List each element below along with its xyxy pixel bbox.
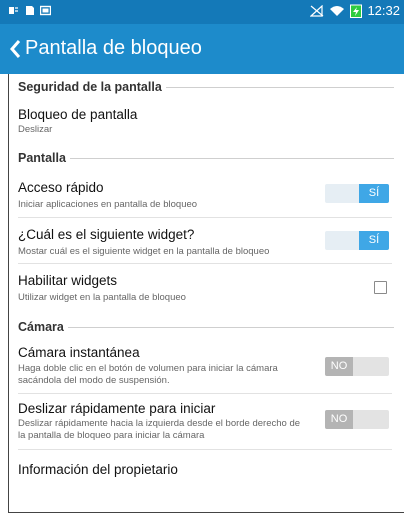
section-header-camera: Cámara <box>18 320 394 334</box>
item-subtitle-line2: sacándola del modo de suspensión. <box>18 375 170 386</box>
toggle-label: NO <box>325 410 353 429</box>
status-bar-system: 12:32 <box>310 3 400 18</box>
item-subtitle: Deslizar <box>18 124 53 135</box>
section-header-label: Seguridad de la pantalla <box>18 80 162 94</box>
item-subtitle-line1: Deslizar rápidamente hacia la izquierda … <box>18 418 301 429</box>
quick-access-toggle[interactable]: SÍ <box>325 184 389 203</box>
section-header-label: Cámara <box>18 320 64 334</box>
instant-camera-toggle[interactable]: NO <box>325 357 389 376</box>
section-header-label: Pantalla <box>18 151 66 165</box>
divider <box>18 393 392 394</box>
item-title: ¿Cuál es el siguiente widget? <box>18 227 195 242</box>
bottom-area <box>9 484 404 512</box>
section-divider <box>67 326 394 328</box>
enable-widgets-checkbox[interactable] <box>374 281 387 294</box>
item-title: Acceso rápido <box>18 180 104 195</box>
section-header-screen: Pantalla <box>18 151 394 165</box>
divider <box>18 263 392 264</box>
divider <box>18 449 392 450</box>
usb-debug-icon <box>9 7 18 14</box>
signal-muted-icon <box>310 4 324 17</box>
divider <box>18 217 392 218</box>
item-subtitle-line2: la pantalla de bloqueo para iniciar la c… <box>18 430 205 441</box>
next-widget-toggle[interactable]: SÍ <box>325 231 389 250</box>
sd-card-icon <box>26 6 34 15</box>
swipe-launch-toggle[interactable]: NO <box>325 410 389 429</box>
status-bar: 12:32 <box>0 0 404 24</box>
item-title: Habilitar widgets <box>18 273 118 288</box>
section-header-security: Seguridad de la pantalla <box>18 80 394 94</box>
status-bar-notifications <box>8 5 51 16</box>
item-title: Deslizar rápidamente para iniciar <box>18 401 216 416</box>
item-subtitle: Mostar cuál es el siguiente widget en la… <box>18 246 270 257</box>
toggle-label: SÍ <box>359 231 389 250</box>
battery-charging-icon <box>350 4 363 18</box>
section-divider <box>165 86 394 88</box>
screenshot-icon <box>40 5 51 16</box>
item-subtitle: Iniciar aplicaciones en pantalla de bloq… <box>18 199 198 210</box>
item-subtitle: Utilizar widget en la pantalla de bloque… <box>18 292 186 303</box>
page-title[interactable]: Pantalla de bloqueo <box>25 37 202 60</box>
item-subtitle-line1: Haga doble clic en el botón de volumen p… <box>18 363 278 374</box>
toggle-label: NO <box>325 357 353 376</box>
item-title: Cámara instantánea <box>18 345 140 360</box>
app-bar: Pantalla de bloqueo <box>0 24 404 74</box>
toggle-label: SÍ <box>359 184 389 203</box>
item-title: Bloqueo de pantalla <box>18 107 138 122</box>
wifi-icon <box>330 5 345 16</box>
item-title: Información del propietario <box>18 462 178 477</box>
chevron-left-icon[interactable] <box>8 38 22 60</box>
status-time: 12:32 <box>367 3 400 18</box>
section-divider <box>69 157 394 159</box>
